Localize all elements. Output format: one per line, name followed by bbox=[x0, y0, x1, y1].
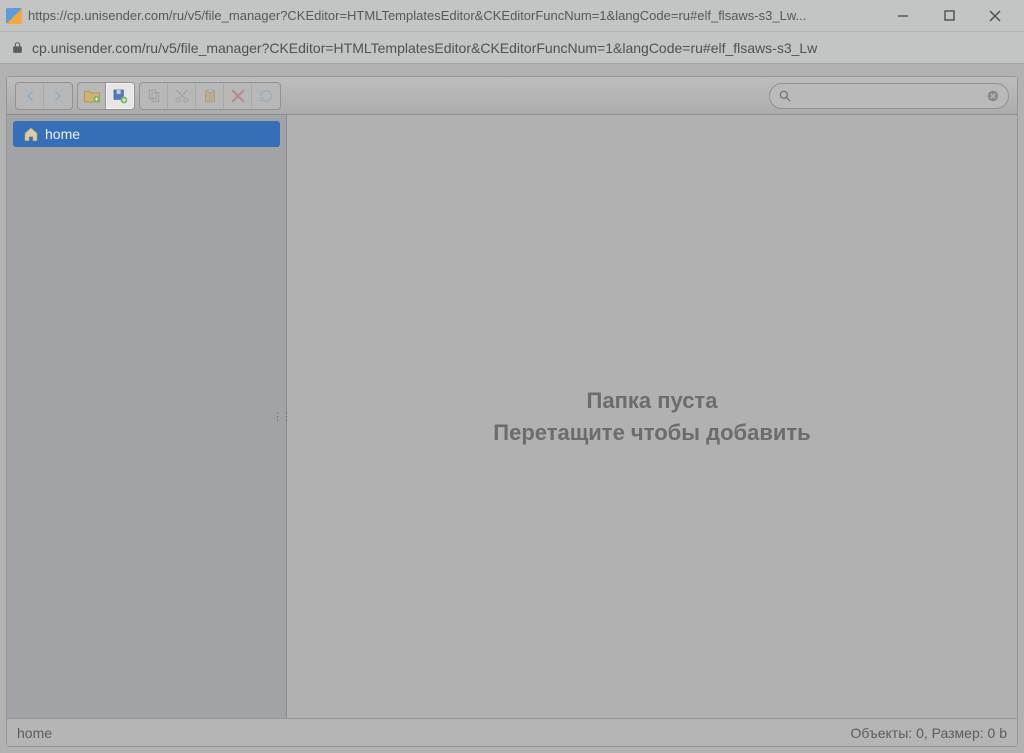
window-controls bbox=[880, 0, 1018, 32]
status-bar: home Объекты: 0, Размер: 0 b bbox=[7, 718, 1017, 746]
nav-group bbox=[15, 82, 73, 110]
sidebar-collapse-handle[interactable]: ⋮⋮ bbox=[278, 397, 284, 437]
status-path: home bbox=[17, 725, 52, 741]
paste-button[interactable] bbox=[196, 83, 224, 109]
back-button[interactable] bbox=[16, 83, 44, 109]
window-title: https://cp.unisender.com/ru/v5/file_mana… bbox=[28, 8, 880, 23]
lock-icon bbox=[10, 41, 24, 55]
toolbar bbox=[7, 77, 1017, 115]
sidebar-item-label: home bbox=[45, 126, 80, 142]
home-icon bbox=[23, 126, 39, 142]
favicon bbox=[6, 8, 22, 24]
forward-button[interactable] bbox=[44, 83, 72, 109]
folder-group bbox=[77, 82, 135, 110]
empty-state: Папка пуста Перетащите чтобы добавить bbox=[493, 388, 810, 446]
search-icon bbox=[778, 89, 792, 103]
upload-button[interactable] bbox=[106, 83, 134, 109]
delete-button[interactable] bbox=[224, 83, 252, 109]
search-box[interactable] bbox=[769, 83, 1009, 109]
sidebar: home ⋮⋮ bbox=[7, 115, 287, 718]
empty-title: Папка пуста bbox=[493, 388, 810, 414]
address-url: cp.unisender.com/ru/v5/file_manager?CKEd… bbox=[32, 40, 1014, 56]
copy-button[interactable] bbox=[140, 83, 168, 109]
main-pane[interactable]: Папка пуста Перетащите чтобы добавить bbox=[287, 115, 1017, 718]
address-bar[interactable]: cp.unisender.com/ru/v5/file_manager?CKEd… bbox=[0, 32, 1024, 64]
search-input[interactable] bbox=[798, 88, 980, 103]
maximize-button[interactable] bbox=[926, 0, 972, 32]
cut-button[interactable] bbox=[168, 83, 196, 109]
edit-group bbox=[139, 82, 281, 110]
new-folder-button[interactable] bbox=[78, 83, 106, 109]
empty-subtitle: Перетащите чтобы добавить bbox=[493, 420, 810, 446]
status-info: Объекты: 0, Размер: 0 b bbox=[851, 725, 1007, 741]
clear-search-icon[interactable] bbox=[986, 89, 1000, 103]
sidebar-item-home[interactable]: home bbox=[13, 121, 280, 147]
file-manager-body: home ⋮⋮ Папка пуста Перетащите чтобы доб… bbox=[7, 115, 1017, 718]
reload-button[interactable] bbox=[252, 83, 280, 109]
file-manager: home ⋮⋮ Папка пуста Перетащите чтобы доб… bbox=[6, 76, 1018, 747]
close-button[interactable] bbox=[972, 0, 1018, 32]
window-titlebar: https://cp.unisender.com/ru/v5/file_mana… bbox=[0, 0, 1024, 32]
minimize-button[interactable] bbox=[880, 0, 926, 32]
